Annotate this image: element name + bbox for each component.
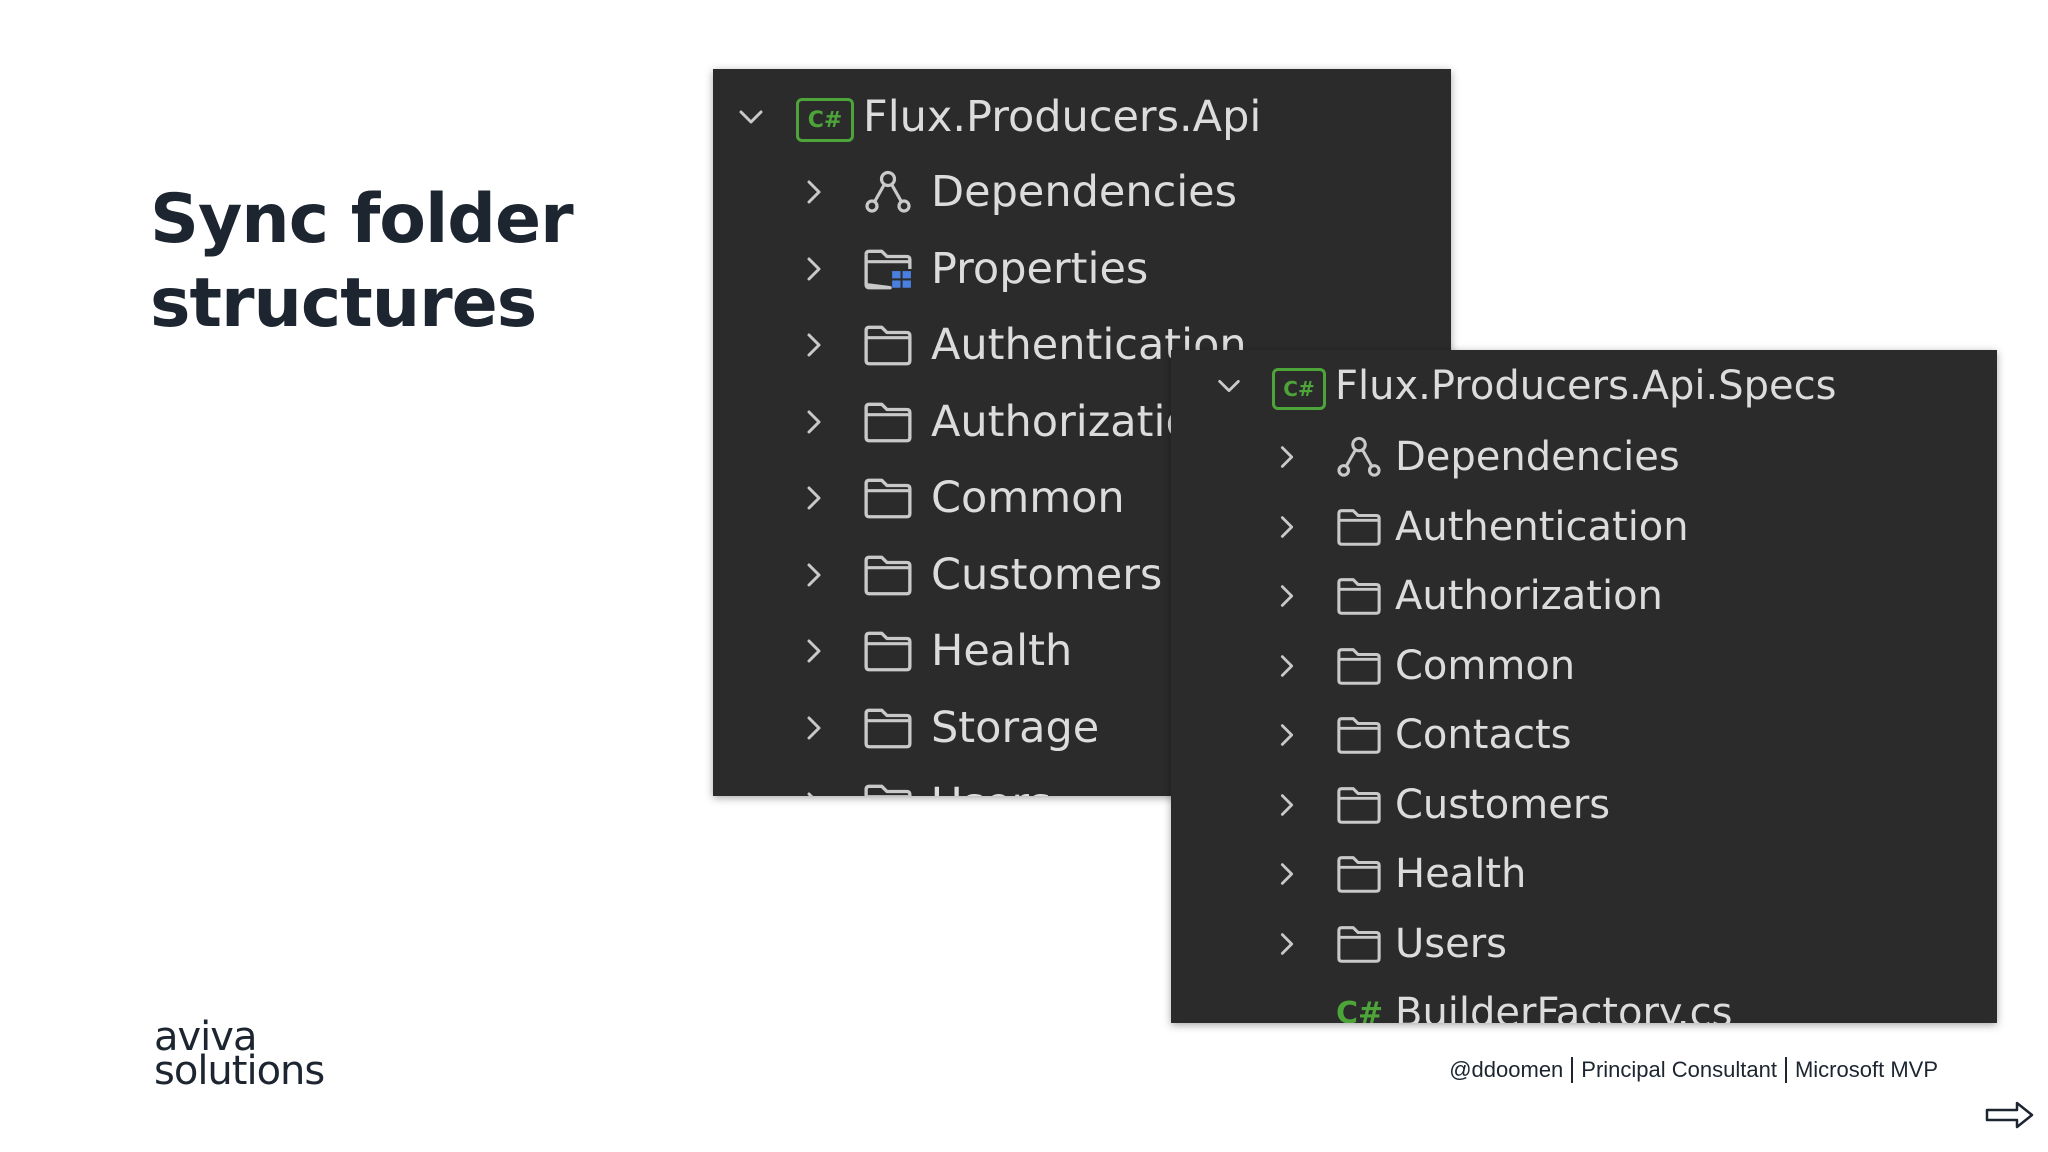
project-root-label: Flux.Producers.Api: [863, 92, 1262, 142]
dependencies-icon: [863, 170, 913, 214]
folder-icon: [863, 553, 913, 597]
slide-title-line-1: Sync folder: [150, 180, 574, 259]
chevron-right-icon[interactable]: [1273, 930, 1301, 958]
folder-icon: [863, 400, 913, 444]
dependencies-icon: [1336, 436, 1382, 478]
chevron-right-icon[interactable]: [799, 789, 829, 796]
separator: [1571, 1057, 1574, 1083]
tree-item-label: Properties: [931, 243, 1149, 294]
folder-icon: [863, 629, 913, 673]
chevron-right-icon[interactable]: [799, 254, 829, 284]
chevron-right-icon[interactable]: [799, 713, 829, 743]
logo-line-2: solutions: [154, 1048, 325, 1094]
chevron-right-icon[interactable]: [1273, 860, 1301, 888]
csharp-project-icon: C#: [796, 98, 854, 142]
project-root-label: Flux.Producers.Api.Specs: [1335, 363, 1837, 409]
folder-icon: [1336, 575, 1382, 617]
chevron-down-icon[interactable]: [736, 102, 766, 132]
chevron-right-icon[interactable]: [799, 483, 829, 513]
chevron-right-icon[interactable]: [1273, 443, 1301, 471]
tree-item-label: Common: [1395, 642, 1576, 689]
tree-item-label: Authorization: [1395, 573, 1663, 619]
solution-explorer-specs: C# Flux.Producers.Api.Specs Dependencies Au…: [1171, 350, 1997, 1023]
tree-item-label: Dependencies: [1395, 434, 1680, 480]
chevron-right-icon[interactable]: [1273, 582, 1301, 610]
chevron-right-icon[interactable]: [799, 560, 829, 590]
aviva-solutions-logo: aviva solutions: [154, 1017, 325, 1094]
tree-item-label: BuilderFactory.cs: [1395, 990, 1733, 1023]
tree-item-label: Users: [931, 779, 1051, 796]
folder-icon: [863, 476, 913, 520]
tree-item-label: Contacts: [1395, 712, 1572, 758]
folder-icon: [863, 706, 913, 750]
speaker-handle: @ddoomen: [1449, 1057, 1564, 1082]
folder-icon: [1336, 506, 1382, 548]
chevron-right-icon[interactable]: [1273, 513, 1301, 541]
tree-item-label: Customers: [931, 549, 1163, 600]
folder-icon: [863, 782, 913, 796]
tree-item-label: Users: [1395, 920, 1508, 967]
properties-folder-icon: [863, 247, 913, 291]
folder-icon: [1336, 784, 1382, 826]
chevron-right-icon[interactable]: [1273, 652, 1301, 680]
chevron-right-icon[interactable]: [799, 177, 829, 207]
next-slide-arrow-icon[interactable]: [1985, 1100, 2035, 1135]
tree-item-label: Common: [931, 473, 1125, 523]
speaker-role: Principal Consultant: [1581, 1057, 1777, 1082]
chevron-down-icon[interactable]: [1215, 372, 1243, 400]
slide-title: Sync folder structures: [150, 178, 574, 346]
speaker-award: Microsoft MVP: [1794, 1057, 1938, 1082]
chevron-right-icon[interactable]: [799, 330, 829, 360]
folder-icon: [1336, 645, 1382, 687]
chevron-right-icon[interactable]: [1273, 791, 1301, 819]
tree-item-label: Storage: [931, 702, 1100, 753]
chevron-right-icon[interactable]: [1273, 721, 1301, 749]
chevron-right-icon[interactable]: [799, 636, 829, 666]
speaker-info: @ddoomen Principal Consultant Microsoft …: [1449, 1057, 1938, 1083]
folder-icon: [1336, 923, 1382, 965]
folder-icon: [1336, 853, 1382, 895]
tree-item-label: Authentication: [1395, 503, 1689, 550]
csharp-file-icon: C#: [1336, 995, 1384, 1024]
slide-title-line-2: structures: [150, 264, 537, 343]
tree-item-label: Dependencies: [931, 167, 1238, 217]
separator: [1784, 1057, 1787, 1083]
csharp-project-icon: C#: [1272, 368, 1326, 410]
folder-icon: [863, 323, 913, 367]
tree-item-label: Health: [1395, 851, 1527, 897]
tree-item-label: Health: [931, 626, 1073, 676]
chevron-right-icon[interactable]: [799, 407, 829, 437]
tree-item-label: Customers: [1395, 781, 1611, 828]
folder-icon: [1336, 714, 1382, 756]
